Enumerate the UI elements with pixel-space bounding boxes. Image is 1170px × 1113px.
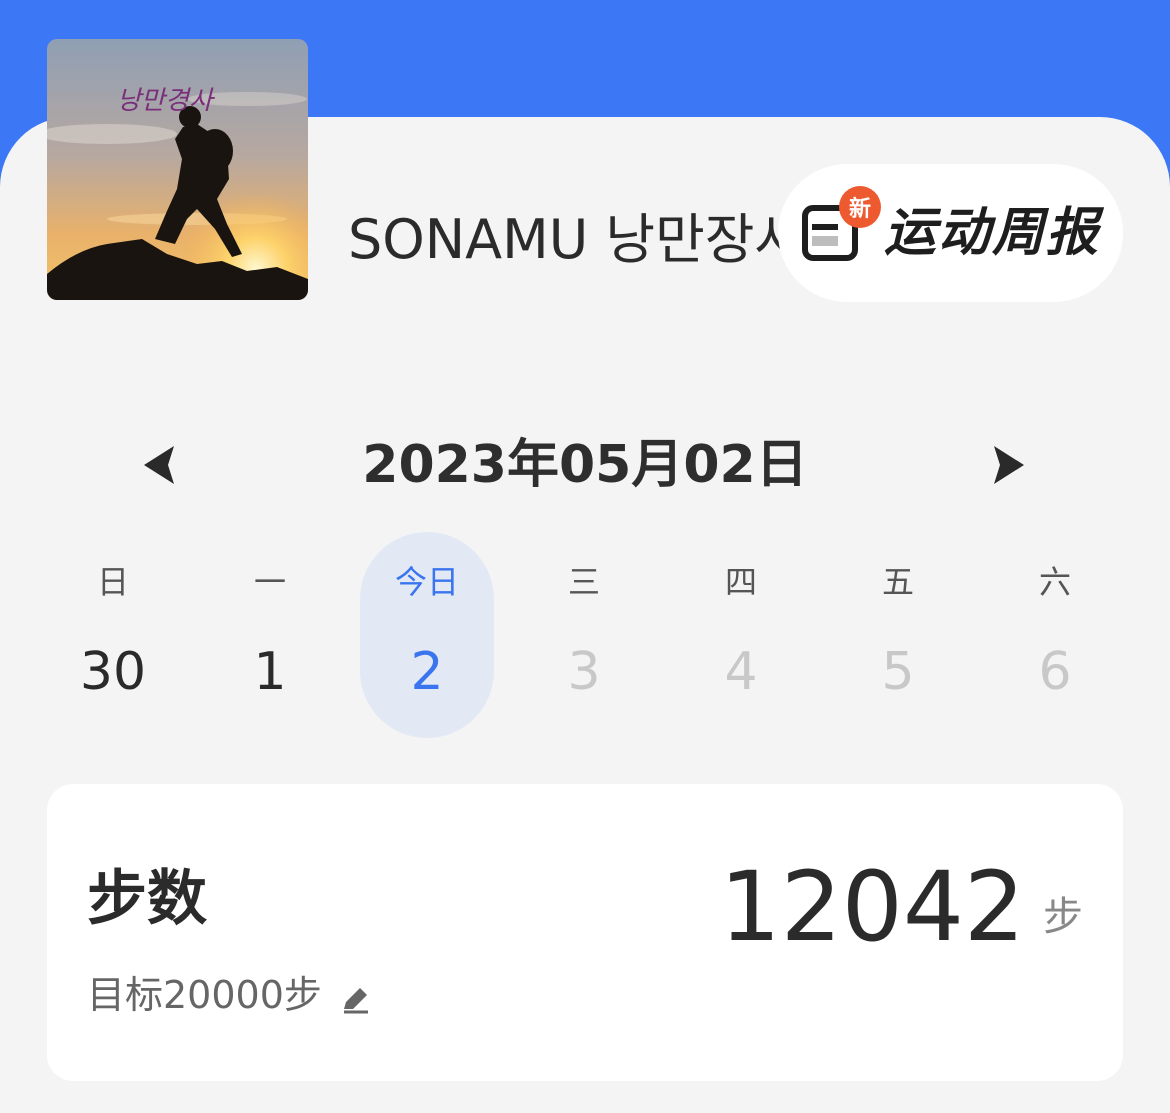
day-cell[interactable]: 四 4 (674, 532, 808, 738)
day-number: 30 (79, 642, 147, 702)
day-cell[interactable]: 五 5 (831, 532, 965, 738)
steps-card[interactable]: 步数 12042 步 目标20000步 (47, 784, 1123, 1081)
chevron-right-icon[interactable] (990, 442, 1030, 488)
day-cell-today[interactable]: 今日 2 (360, 532, 494, 738)
day-number: 6 (1038, 642, 1072, 702)
weekday-label: 六 (1038, 563, 1071, 601)
avatar-caption: 낭만경사 (117, 86, 216, 116)
weekday-label: 今日 (394, 563, 459, 601)
day-number: 2 (410, 642, 444, 702)
weekday-label: 四 (724, 563, 757, 601)
day-number: 5 (881, 642, 915, 702)
day-number: 3 (567, 642, 601, 702)
day-number: 1 (253, 642, 287, 702)
day-number: 4 (724, 642, 758, 702)
weekly-report-button[interactable]: 新 运动周报 (778, 164, 1123, 302)
day-cell[interactable]: 六 6 (988, 532, 1122, 738)
username: SONAMU 낭만장사 (348, 208, 788, 271)
weekly-report-label: 运动周报 (884, 203, 1101, 263)
avatar[interactable]: 낭만경사 (47, 39, 308, 300)
pencil-icon[interactable] (340, 983, 372, 1015)
date-navigator: 2023年05月02日 (0, 430, 1170, 500)
steps-value: 12042 (719, 851, 1025, 963)
steps-title: 步数 (87, 864, 207, 934)
weekday-label: 五 (881, 563, 914, 601)
steps-unit: 步 (1043, 894, 1083, 940)
steps-goal-text: 目标20000步 (87, 973, 322, 1017)
week-strip: 日 30 一 1 今日 2 三 3 四 4 五 5 六 6 (34, 532, 1134, 738)
weekday-label: 一 (253, 563, 286, 601)
steps-goal[interactable]: 目标20000步 (87, 970, 372, 1020)
weekday-label: 三 (567, 563, 600, 601)
weekday-label: 日 (96, 563, 129, 601)
avatar-image: 낭만경사 (47, 39, 308, 300)
day-cell[interactable]: 日 30 (46, 532, 180, 738)
new-badge: 新 (839, 186, 881, 228)
day-cell[interactable]: 三 3 (517, 532, 651, 738)
day-cell[interactable]: 一 1 (203, 532, 337, 738)
